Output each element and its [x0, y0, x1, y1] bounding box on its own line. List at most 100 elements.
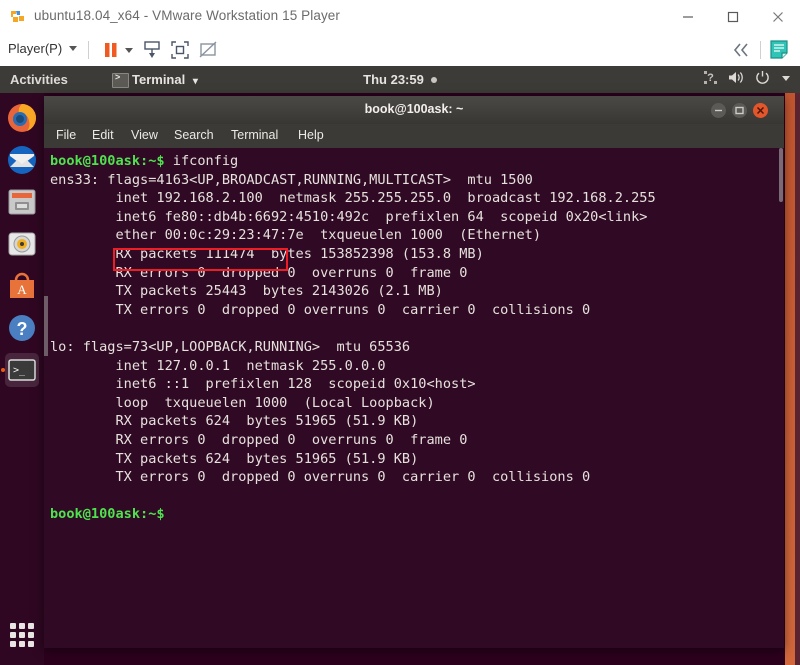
menu-view[interactable]: View — [131, 128, 158, 142]
grid-dot — [10, 641, 16, 647]
dock-item-files[interactable] — [5, 185, 39, 219]
toolbar-separator — [88, 41, 89, 59]
dock-item-terminal[interactable]: >_ — [5, 353, 39, 387]
chevron-down-icon — [69, 46, 78, 51]
send-ctrl-alt-del-icon[interactable] — [140, 39, 164, 61]
show-applications-button[interactable] — [10, 623, 34, 647]
terminal-text: TX packets 25443 bytes 2143026 (2.1 MB) — [50, 283, 443, 300]
player-menu-button[interactable]: Player(P) — [8, 41, 78, 56]
terminal-window: book@100ask: ~ File Edit View Search Ter… — [44, 96, 784, 648]
terminal-scrollbar[interactable] — [778, 148, 784, 648]
pause-icon[interactable] — [100, 39, 124, 61]
unity-mode-icon[interactable] — [168, 39, 192, 61]
volume-icon — [728, 70, 745, 85]
terminal-text: loop txqueuelen 1000 (Local Loopback) — [50, 394, 435, 411]
terminal-close-button[interactable] — [753, 103, 768, 118]
terminal-text: lo: flags=73<UP,LOOPBACK,RUNNING> mtu 65… — [50, 338, 411, 355]
terminal-line: inet6 fe80::db4b:6692:4510:492c prefixle… — [50, 208, 784, 227]
terminal-line: inet6 ::1 prefixlen 128 scopeid 0x10<hos… — [50, 375, 784, 394]
terminal-text: inet6 fe80::db4b:6692:4510:492c prefixle… — [50, 208, 648, 225]
terminal-maximize-button[interactable] — [732, 103, 747, 118]
grid-dot — [28, 632, 34, 638]
toolbar-separator-right — [760, 41, 761, 59]
menu-help[interactable]: Help — [298, 128, 324, 142]
menu-edit[interactable]: Edit — [92, 128, 114, 142]
vmware-window-title: ubuntu18.04_x64 - VMware Workstation 15 … — [34, 8, 341, 23]
grid-dot — [28, 623, 34, 629]
menu-terminal[interactable]: Terminal — [231, 128, 278, 142]
terminal-line: TX packets 25443 bytes 2143026 (2.1 MB) — [50, 282, 784, 301]
terminal-line: loop txqueuelen 1000 (Local Loopback) — [50, 394, 784, 413]
dock-item-ubuntu-software[interactable]: A — [5, 269, 39, 303]
ubuntu-desktop: Activities Terminal ▾ Thu 23:59 ? — [0, 66, 800, 665]
terminal-text: inet6 ::1 prefixlen 128 scopeid 0x10<hos… — [50, 376, 476, 393]
terminal-minimize-button[interactable] — [711, 103, 726, 118]
dock-item-help[interactable]: ? — [5, 311, 39, 345]
shell-command: ifconfig — [164, 153, 239, 169]
notes-icon[interactable] — [768, 39, 792, 61]
detach-display-icon[interactable] — [196, 39, 220, 61]
vmware-player-window: ubuntu18.04_x64 - VMware Workstation 15 … — [0, 0, 800, 665]
terminal-text: TX errors 0 dropped 0 overruns 0 carrier… — [50, 301, 591, 318]
terminal-line: lo: flags=73<UP,LOOPBACK,RUNNING> mtu 65… — [50, 338, 784, 357]
dock-item-rhythmbox[interactable] — [5, 227, 39, 261]
terminal-text: inet 192.168.2.100 netmask 255.255.255.0… — [50, 190, 656, 207]
terminal-line: TX errors 0 dropped 0 overruns 0 carrier… — [50, 468, 784, 487]
keyboard-input-icon: ? — [703, 70, 718, 85]
terminal-line: TX packets 624 bytes 51965 (51.9 KB) — [50, 450, 784, 469]
vmware-maximize-button[interactable] — [710, 0, 755, 34]
dock-item-firefox[interactable] — [5, 101, 39, 135]
vmware-titlebar: ubuntu18.04_x64 - VMware Workstation 15 … — [0, 0, 800, 35]
terminal-text: inet 127.0.0.1 netmask 255.0.0.0 — [50, 357, 386, 374]
shell-prompt: book@100ask:~$ — [50, 153, 165, 169]
collapse-toolbar-button[interactable] — [727, 39, 755, 61]
terminal-line: book@100ask:~$ — [50, 505, 784, 524]
pause-dropdown-icon[interactable] — [122, 39, 136, 61]
terminal-line: RX packets 624 bytes 51965 (51.9 KB) — [50, 412, 784, 431]
grid-dot — [28, 641, 34, 647]
terminal-output[interactable]: book@100ask:~$ ifconfig ens33: flags=4163… — [44, 148, 784, 648]
gnome-topbar: Activities Terminal ▾ Thu 23:59 ? — [0, 66, 800, 93]
vmware-logo-icon — [9, 8, 27, 26]
ubuntu-dock: A ? >_ — [0, 93, 44, 665]
terminal-line: RX packets 111474 bytes 153852398 (153.8… — [50, 245, 784, 264]
vmware-close-button[interactable] — [755, 0, 800, 34]
running-indicator-dot — [1, 368, 5, 372]
terminal-line — [50, 319, 784, 338]
svg-text:?: ? — [707, 72, 714, 84]
terminal-menubar: File Edit View Search Terminal Help — [44, 124, 784, 148]
wallpaper-accent-stripe — [785, 66, 795, 665]
terminal-line: TX errors 0 dropped 0 overruns 0 carrier… — [50, 301, 784, 320]
terminal-line: RX errors 0 dropped 0 overruns 0 frame 0 — [50, 264, 784, 283]
terminal-text: TX packets 624 bytes 51965 (51.9 KB) — [50, 450, 419, 467]
player-menu-label: Player(P) — [8, 41, 63, 56]
terminal-line: inet 127.0.0.1 netmask 255.0.0.0 — [50, 357, 784, 376]
svg-text:>_: >_ — [13, 365, 26, 376]
svg-text:A: A — [17, 282, 27, 297]
svg-text:?: ? — [17, 319, 28, 339]
status-dot — [430, 77, 437, 83]
terminal-text: RX packets 111474 bytes 153852398 (153.8… — [50, 245, 484, 262]
dock-item-thunderbird[interactable] — [5, 143, 39, 177]
shell-prompt-final: book@100ask:~$ — [50, 506, 165, 523]
menu-search[interactable]: Search — [174, 128, 214, 142]
grid-dot — [19, 623, 25, 629]
clock-label: Thu 23:59 — [363, 72, 424, 87]
terminal-line: ether 00:0c:29:23:47:7e txqueuelen 1000 … — [50, 226, 784, 245]
clock[interactable]: Thu 23:59 — [0, 72, 800, 87]
grid-dot — [19, 632, 25, 638]
vmware-minimize-button[interactable] — [665, 0, 710, 34]
menu-file[interactable]: File — [56, 128, 76, 142]
terminal-scrollbar-thumb[interactable] — [779, 148, 783, 202]
grid-dot — [10, 632, 16, 638]
terminal-line: ens33: flags=4163<UP,BROADCAST,RUNNING,M… — [50, 171, 784, 190]
terminal-text: ether 00:0c:29:23:47:7e txqueuelen 1000 … — [50, 227, 542, 244]
terminal-text: TX errors 0 dropped 0 overruns 0 carrier… — [50, 469, 591, 486]
terminal-text: RX errors 0 dropped 0 overruns 0 frame 0 — [50, 431, 468, 448]
terminal-left-marker — [44, 296, 48, 356]
terminal-title: book@100ask: ~ — [364, 102, 464, 116]
grid-dot — [10, 623, 16, 629]
system-status-area[interactable]: ? — [703, 70, 792, 85]
